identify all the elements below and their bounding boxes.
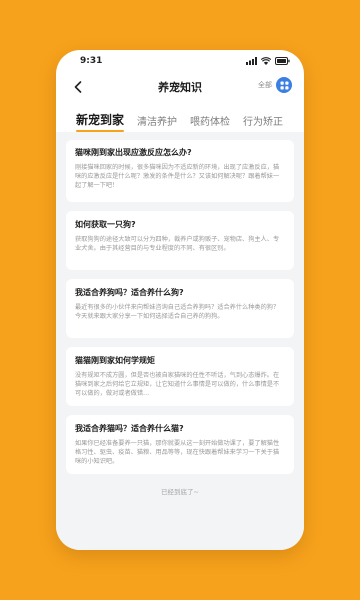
status-icons [246, 57, 290, 65]
tab-behavior[interactable]: 行为矫正 [243, 113, 283, 132]
page-title: 养宠知识 [158, 81, 202, 94]
article-card[interactable]: 我适合养狗吗？适合养什么狗? 最近有很多的小伙伴来向帮妹咨询自己适合养狗吗？适合… [66, 279, 294, 338]
article-title: 我适合养猫吗？适合养什么猫? [75, 424, 184, 433]
chevron-left-icon [74, 81, 82, 93]
article-excerpt: 获取狗狗的途径大致可以分为四种，裁养户或狗贩子、宠物店、狗主人、专业犬舍。由于其… [75, 236, 280, 252]
article-list: 猫咪刚到家出现应激反应怎么办? 刚接猫咪回家的时候，很多猫咪因为不适应新的环境，… [56, 132, 304, 550]
article-title: 猫猫刚到家如何学规矩 [75, 356, 155, 365]
end-of-list-text: 已经到底了~ [161, 488, 199, 496]
battery-icon [275, 57, 290, 65]
nav-right: 全部 [258, 77, 292, 93]
category-menu-button[interactable] [276, 77, 292, 93]
article-title: 如何获取一只狗? [75, 220, 136, 229]
tab-new-pet[interactable]: 新宠到家 [76, 111, 125, 132]
article-excerpt: 最近有很多的小伙伴来向帮妹咨询自己适合养狗吗？适合养什么种类的狗？今天就来跟大家… [75, 304, 280, 320]
article-card[interactable]: 猫咪刚到家出现应激反应怎么办? 刚接猫咪回家的时候，很多猫咪因为不适应新的环境，… [66, 140, 294, 202]
grid-icon [280, 81, 288, 89]
article-card[interactable]: 如何获取一只狗? 获取狗狗的途径大致可以分为四种，裁养户或狗贩子、宠物店、狗主人… [66, 211, 294, 270]
category-tabs: 新宠到家 清洁养护 喂药体检 行为矫正 [56, 102, 304, 132]
article-card[interactable]: 猫猫刚到家如何学规矩 没有规矩不成方圆，但是否也被自家猫咪的任性不听话，气到心态… [66, 347, 294, 406]
all-label[interactable]: 全部 [258, 80, 272, 90]
article-excerpt: 如果你已经准备要养一只猫，那你就要从这一刻开始做功课了，要了解猫性格习性、驱虫、… [75, 440, 280, 465]
wifi-icon [261, 57, 271, 65]
signal-icon [246, 57, 257, 65]
status-time: 9:31 [80, 56, 103, 66]
status-bar: 9:31 [56, 50, 304, 72]
article-title: 猫咪刚到家出现应激反应怎么办? [75, 148, 192, 157]
tab-medicine-checkup[interactable]: 喂药体检 [190, 113, 230, 132]
article-card[interactable]: 我适合养猫吗？适合养什么猫? 如果你已经准备要养一只猫，那你就要从这一刻开始做功… [66, 415, 294, 474]
article-excerpt: 刚接猫咪回家的时候，很多猫咪因为不适应新的环境，出现了应激反应，猫咪的应激反应是… [75, 164, 280, 189]
tab-cleaning[interactable]: 清洁养护 [137, 113, 177, 132]
phone-frame: 9:31 养宠知识 全部 新宠到家 清洁养护 喂药体检 行为矫正 猫咪刚到家出现… [56, 50, 304, 550]
article-excerpt: 没有规矩不成方圆，但是否也被自家猫咪的任性不听话，气到心态爆炸。在猫咪到家之后何… [75, 372, 280, 397]
nav-bar: 养宠知识 全部 [56, 72, 304, 102]
back-button[interactable] [70, 78, 86, 96]
article-title: 我适合养狗吗？适合养什么狗? [75, 288, 184, 297]
